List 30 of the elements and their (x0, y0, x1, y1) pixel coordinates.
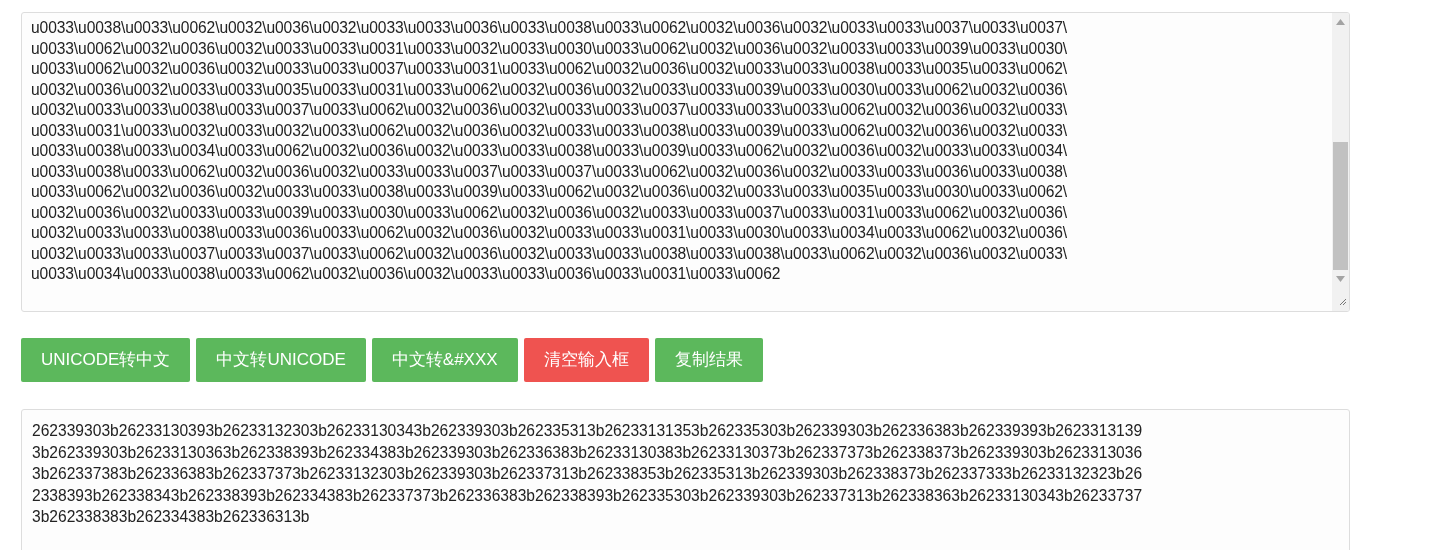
scroll-down-icon[interactable] (1336, 276, 1345, 282)
input-field[interactable] (21, 12, 1350, 312)
input-text-line: u0033\u0034\u0033\u0038\u0033\u0062\u0032\u0036\u0032\u0033\u0033\u0036\u0033\u0031\u0033\u0062 (31, 264, 781, 284)
output-text-line: 3b262339303b26233130363b262338393b262334383b262339303b262336383b26233130383b26233130373b262337373b262338373b262339303b2623313036 (32, 442, 1143, 463)
output-text-line: 262339303b26233130393b26233132303b26233130343b262339303b262335313b26233131353b262335303b262339303b262336383b262339393b2623313139 (32, 421, 1143, 441)
input-text-line: u0033\u0062\u0032\u0036\u0032\u0033\u0033\u0038\u0033\u0039\u0033\u0062\u0032\u0036\u0032\u0033\u0033\u0035\u0033\u0030\u0033\u0062\ (31, 182, 1068, 202)
output-text-line: 2338393b262338343b262338393b262334383b262337373b262336383b262338393b262335303b262339303b262337313b262338363b26233130343b26233737 (32, 485, 1143, 506)
input-text-line: u0033\u0038\u0033\u0062\u0032\u0036\u0032\u0033\u0033\u0036\u0033\u0038\u0033\u0062\u0032\u0036\u0032\u0033\u0033\u0037\u0033\u0037\ (31, 18, 1068, 38)
action-button[interactable]: 中文转UNICODE (196, 338, 366, 382)
input-text-line: u0033\u0031\u0033\u0032\u0033\u0032\u0033\u0062\u0032\u0036\u0032\u0033\u0033\u0038\u0033\u0039\u0033\u0062\u0032\u0036\u0032\u0033\ (31, 120, 1068, 141)
input-text-line: u0033\u0062\u0032\u0036\u0032\u0033\u0033\u0031\u0033\u0032\u0033\u0030\u0033\u0062\u0032\u0036\u0032\u0033\u0033\u0039\u0033\u0030\ (31, 38, 1068, 59)
output-text-line: 3b262337383b262336383b262337373b26233132303b262339303b262337313b262338353b262335313b262339303b262338373b262337333b26233132323b26 (32, 464, 1143, 484)
resize-grip-icon[interactable] (1337, 296, 1347, 306)
input-text-line: u0032\u0036\u0032\u0033\u0033\u0035\u0033\u0031\u0033\u0062\u0032\u0036\u0032\u0033\u0033\u0039\u0033\u0030\u0033\u0062\u0032\u0036\ (31, 79, 1068, 100)
action-button[interactable]: UNICODE转中文 (21, 338, 191, 382)
action-button[interactable]: 清空输入框 (523, 338, 649, 382)
output-field[interactable] (21, 409, 1350, 550)
action-button[interactable]: 复制结果 (654, 338, 763, 382)
output-text-line: 3b262338383b262334383b262336313b (32, 507, 310, 527)
input-text-line: u0033\u0038\u0033\u0062\u0032\u0036\u0032\u0033\u0033\u0037\u0033\u0037\u0033\u0062\u0032\u0036\u0032\u0033\u0033\u0036\u0033\u0038\ (31, 161, 1068, 182)
scrollbar-thumb[interactable] (1333, 142, 1348, 270)
input-text-line: u0033\u0038\u0033\u0034\u0033\u0062\u0032\u0036\u0032\u0033\u0033\u0038\u0033\u0039\u0033\u0062\u0032\u0036\u0032\u0033\u0033\u0034\ (31, 141, 1068, 161)
input-text-line: u0032\u0033\u0033\u0038\u0033\u0037\u0033\u0062\u0032\u0036\u0032\u0033\u0033\u0037\u0033\u0033\u0033\u0062\u0032\u0036\u0032\u0033\ (31, 100, 1068, 120)
input-text-line: u0032\u0033\u0033\u0037\u0033\u0037\u0033\u0062\u0032\u0036\u0032\u0033\u0033\u0038\u0033\u0038\u0033\u0062\u0032\u0036\u0032\u0033\ (31, 243, 1068, 264)
input-text-line: u0033\u0062\u0032\u0036\u0032\u0033\u0033\u0037\u0033\u0031\u0033\u0062\u0032\u0036\u0032\u0033\u0033\u0038\u0033\u0035\u0033\u0062\ (31, 59, 1068, 79)
action-button[interactable]: 中文转&#XXX (371, 338, 518, 382)
scrollbar[interactable] (1332, 13, 1349, 311)
input-text-line: u0032\u0033\u0033\u0038\u0033\u0036\u0033\u0062\u0032\u0036\u0032\u0033\u0033\u0031\u0033\u0030\u0033\u0034\u0033\u0062\u0032\u0036\ (31, 223, 1068, 243)
input-text-line: u0032\u0036\u0032\u0033\u0033\u0039\u0033\u0030\u0033\u0062\u0032\u0036\u0032\u0033\u0033\u0037\u0033\u0031\u0033\u0062\u0032\u0036\ (31, 202, 1068, 223)
scroll-up-icon[interactable] (1336, 19, 1345, 25)
